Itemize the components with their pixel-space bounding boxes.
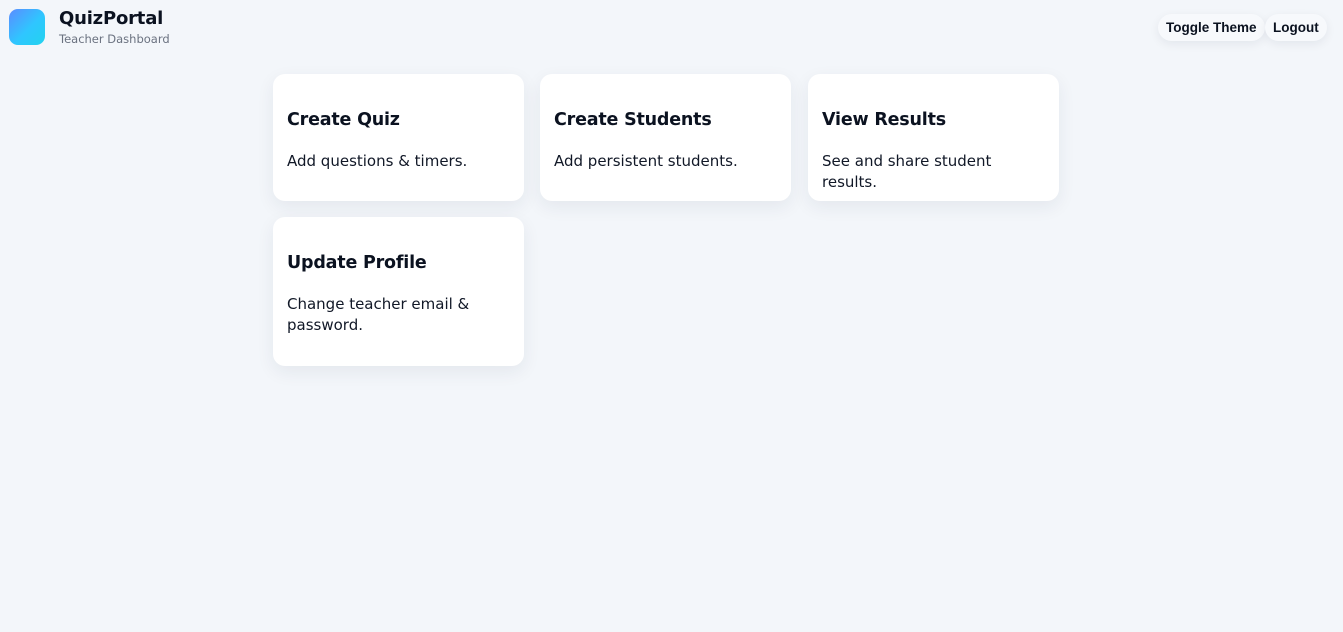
card-description: Change teacher email & password. bbox=[287, 295, 470, 334]
card-title: Update Profile bbox=[287, 253, 427, 273]
card-update-profile[interactable]: Update Profile Change teacher email & pa… bbox=[273, 217, 524, 366]
card-title: Create Quiz bbox=[287, 110, 400, 130]
card-description: Add persistent students. bbox=[554, 152, 738, 170]
top-header: QuizPortal Teacher Dashboard Toggle Them… bbox=[0, 0, 1343, 56]
card-description: Add questions & timers. bbox=[287, 152, 468, 170]
card-title: View Results bbox=[822, 110, 946, 130]
card-description: See and share student results. bbox=[822, 152, 992, 191]
card-title: Create Students bbox=[554, 110, 712, 130]
card-view-results[interactable]: View Results See and share student resul… bbox=[808, 74, 1059, 201]
card-create-students[interactable]: Create Students Add persistent students. bbox=[540, 74, 791, 201]
app-title: QuizPortal bbox=[59, 8, 164, 29]
app-logo-icon[interactable] bbox=[9, 9, 45, 45]
toggle-theme-button[interactable]: Toggle Theme bbox=[1158, 14, 1265, 41]
logout-button[interactable]: Logout bbox=[1265, 14, 1327, 41]
card-create-quiz[interactable]: Create Quiz Add questions & timers. bbox=[273, 74, 524, 201]
app-subtitle: Teacher Dashboard bbox=[59, 32, 170, 46]
